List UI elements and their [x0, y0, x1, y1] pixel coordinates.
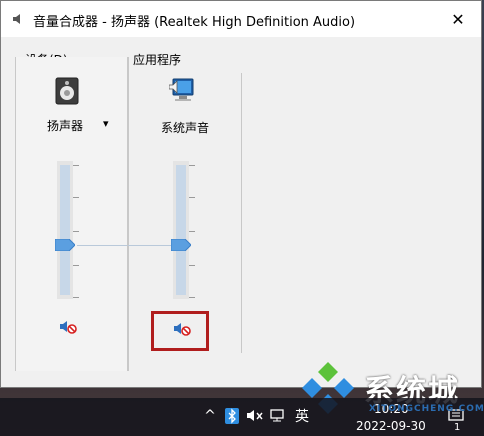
window-title: 音量合成器 - 扬声器 (Realtek High Definition Aud…	[33, 15, 356, 30]
bluetooth-icon[interactable]	[224, 407, 240, 425]
tick	[189, 231, 195, 232]
muted-speaker-icon	[60, 321, 77, 334]
app-volume-fill	[176, 165, 186, 295]
mixer-client-area: 设备(D) 扬声器 ▾ 应	[11, 47, 473, 373]
speaker-device-icon[interactable]	[55, 77, 79, 105]
system-sounds-icon[interactable]	[169, 75, 199, 105]
muted-volume-tray-icon[interactable]	[246, 407, 264, 425]
volume-mixer-window: 音量合成器 - 扬声器 (Realtek High Definition Aud…	[0, 0, 482, 388]
device-volume-fill	[60, 165, 70, 295]
app-volume-thumb[interactable]	[171, 239, 191, 251]
clock-date[interactable]: 2022-09-30	[356, 419, 426, 433]
speaker-icon	[13, 14, 20, 24]
show-hidden-icons-button[interactable]: ^	[202, 406, 218, 426]
network-icon[interactable]	[270, 407, 288, 425]
close-button[interactable]: ✕	[435, 1, 481, 37]
tick	[189, 165, 195, 166]
tick	[189, 297, 195, 298]
device-volume-thumb[interactable]	[55, 239, 75, 251]
tick	[73, 231, 79, 232]
section-divider	[127, 57, 128, 371]
device-mute-button[interactable]	[57, 317, 79, 337]
tick	[189, 265, 195, 266]
tick	[73, 197, 79, 198]
slider-link-line	[77, 245, 179, 246]
watermark-subtext: XITONGCHENG.COM	[369, 404, 484, 414]
ime-indicator[interactable]: 英	[292, 406, 312, 426]
app-name-system-sounds: 系统声音	[161, 121, 210, 135]
tick	[189, 197, 195, 198]
tick	[73, 165, 79, 166]
title-bar[interactable]: 音量合成器 - 扬声器 (Realtek High Definition Aud…	[1, 1, 481, 37]
app-mute-button[interactable]	[171, 319, 193, 339]
tick	[73, 297, 79, 298]
muted-speaker-icon	[174, 323, 191, 336]
close-icon: ✕	[451, 9, 465, 29]
device-name[interactable]: 扬声器	[47, 117, 83, 134]
app-column-divider	[241, 73, 242, 353]
chevron-up-icon: ^	[204, 408, 216, 424]
apps-section-label: 应用程序	[133, 53, 182, 67]
chevron-down-icon[interactable]: ▾	[103, 117, 109, 130]
tick	[73, 265, 79, 266]
notification-count-badge: 1	[454, 422, 461, 433]
